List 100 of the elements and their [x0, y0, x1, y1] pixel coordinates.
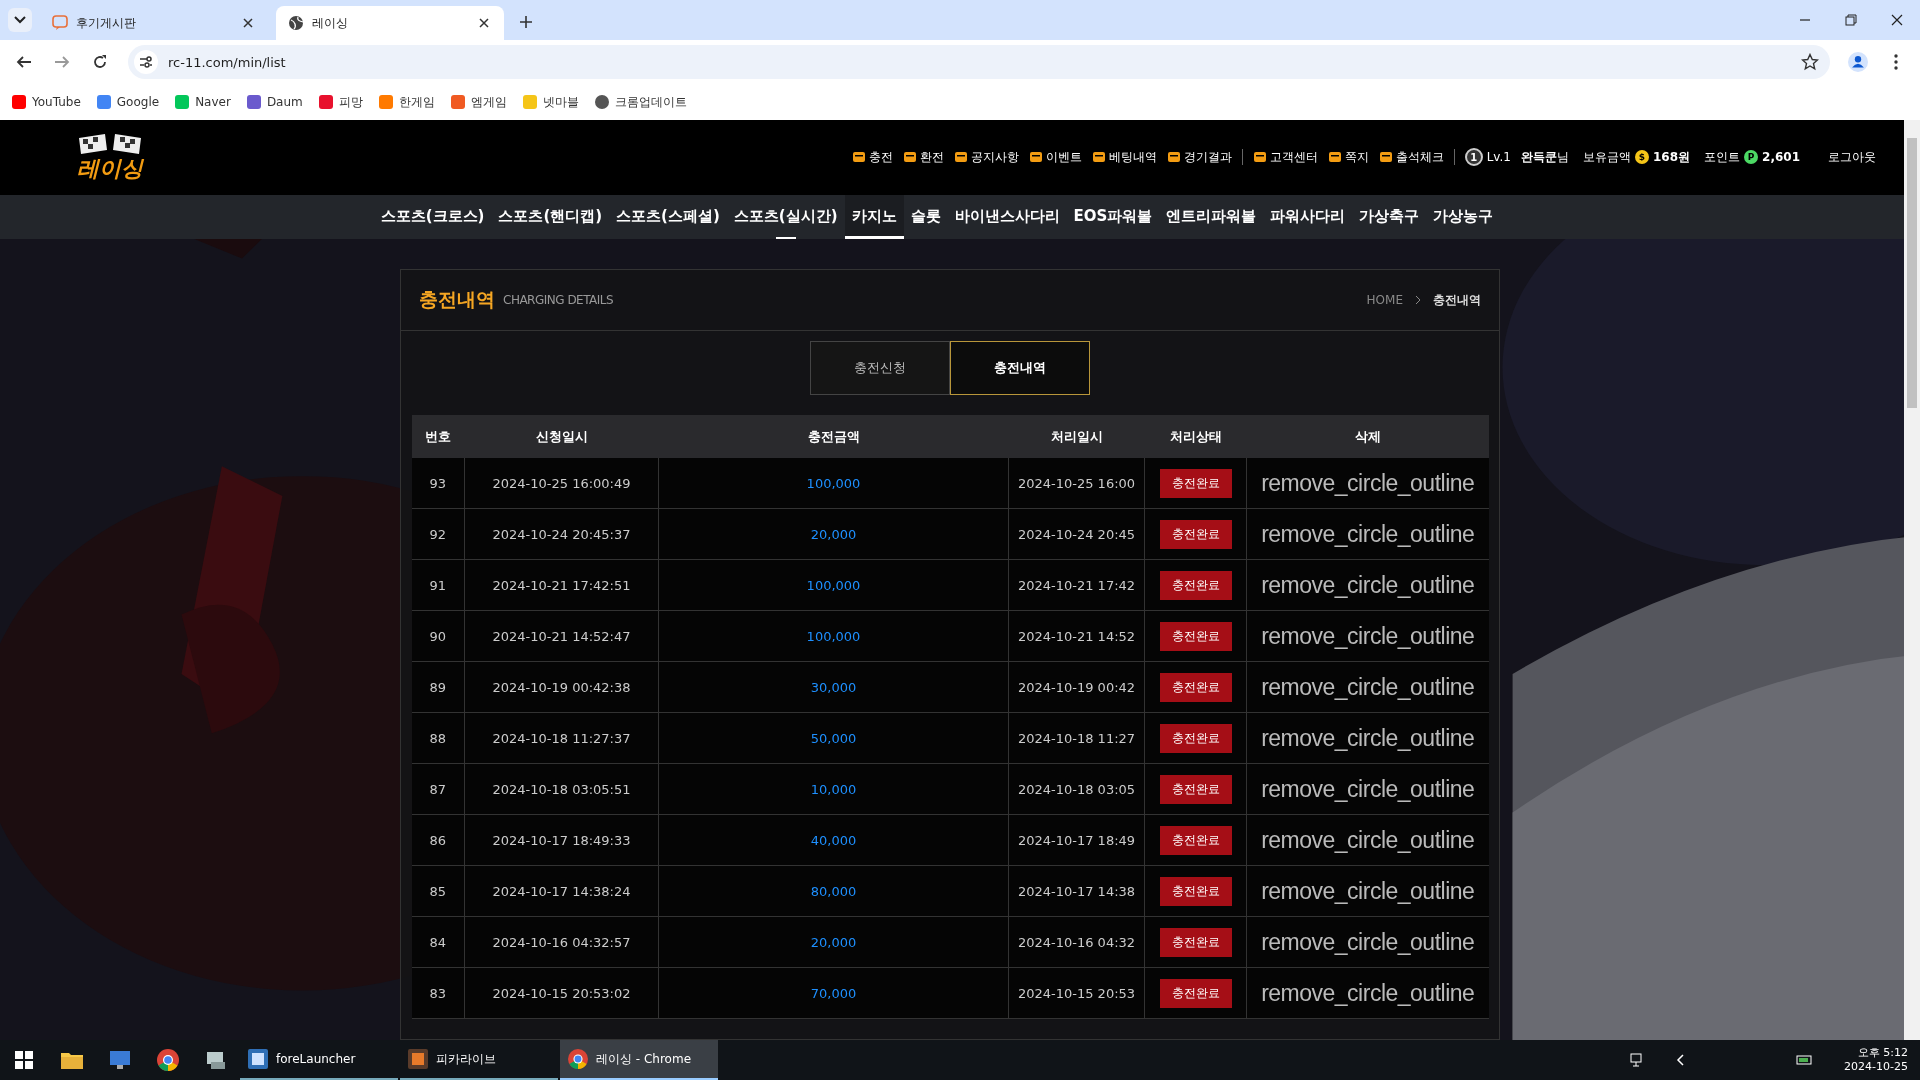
- site-settings-icon[interactable]: [134, 50, 158, 74]
- table-cell: 80,000: [658, 865, 1009, 917]
- table-cell: 100,000: [658, 559, 1009, 611]
- table-cell: 2024-10-15 20:53: [1008, 967, 1145, 1019]
- user-name: 완득쿤님: [1520, 148, 1569, 166]
- top-menu-link[interactable]: 이벤트: [1028, 148, 1082, 166]
- taskbar-app[interactable]: 레이싱 - Chrome: [560, 1040, 718, 1080]
- bookmark-star-icon[interactable]: [1800, 52, 1820, 72]
- points-value: 2,601: [1762, 150, 1800, 165]
- table-cell: 93: [411, 458, 465, 509]
- logout-link[interactable]: 로그아웃: [1828, 148, 1876, 166]
- bookmark-item[interactable]: Daum: [246, 95, 303, 109]
- top-menu-link[interactable]: 공지사항: [953, 148, 1019, 166]
- nav-tab[interactable]: 바이낸스사다리: [947, 194, 1067, 239]
- status-badge: 충전완료: [1159, 621, 1232, 651]
- nav-tab[interactable]: 스포츠(핸디캡): [491, 194, 610, 239]
- table-cell: 2024-10-21 14:52:47: [464, 610, 659, 662]
- top-menu-link[interactable]: 베팅내역: [1091, 148, 1157, 166]
- status-badge: 충전완료: [1159, 927, 1232, 957]
- table-cell: 70,000: [658, 967, 1009, 1019]
- column-header: 처리일시: [1008, 415, 1145, 458]
- table-cell: 2024-10-17 14:38: [1008, 865, 1145, 917]
- level-badge: 1: [1464, 148, 1483, 167]
- top-menu-link[interactable]: 충전: [851, 148, 893, 166]
- table-cell: 100,000: [658, 610, 1009, 662]
- taskbar-app[interactable]: 피카라이브: [400, 1040, 558, 1080]
- nav-tab[interactable]: 스포츠(크로스): [373, 194, 492, 239]
- profile-icon[interactable]: [1848, 52, 1868, 72]
- table-cell: 89: [411, 661, 465, 713]
- bookmark-item[interactable]: 엠게임: [450, 93, 507, 111]
- table-cell: 87: [411, 763, 465, 815]
- address-bar[interactable]: rc-11.com/min/list: [128, 45, 1830, 79]
- bookmark-item[interactable]: YouTube: [12, 95, 81, 109]
- favicon-icon: [246, 95, 261, 109]
- table-cell: 10,000: [658, 763, 1009, 815]
- top-menu-link[interactable]: 경기결과: [1166, 148, 1232, 166]
- bookmark-item[interactable]: 크롬업데이트: [594, 93, 687, 111]
- nav-tab[interactable]: 가상농구: [1426, 194, 1501, 239]
- status-badge: 충전완료: [1159, 519, 1232, 549]
- table-cell: 2024-10-19 00:42:38: [464, 661, 659, 713]
- nav-tab[interactable]: 스포츠(스페셜): [609, 194, 727, 239]
- table-cell: 2024-10-18 03:05: [1008, 763, 1145, 815]
- page-tab[interactable]: 충전내역: [950, 341, 1090, 395]
- top-menu-link[interactable]: 출석체크: [1378, 148, 1444, 166]
- points-label: 포인트: [1704, 148, 1741, 166]
- logo[interactable]: 레이싱: [75, 134, 145, 181]
- bookmark-item[interactable]: Google: [96, 95, 160, 109]
- favicon-icon: [96, 95, 111, 109]
- status-badge: 충전완료: [1159, 468, 1232, 498]
- table-cell: 2024-10-17 14:38:24: [464, 865, 659, 917]
- bookmark-item[interactable]: 넷마블: [522, 93, 579, 111]
- column-header: 번호: [411, 415, 465, 458]
- url-text: rc-11.com/min/list: [168, 54, 287, 70]
- table-cell: 2024-10-21 17:42:51: [464, 559, 659, 611]
- nav-tab[interactable]: 파워사다리: [1263, 194, 1353, 239]
- tab-search-button[interactable]: [8, 8, 32, 32]
- top-menu-link[interactable]: 고객센터: [1252, 148, 1318, 166]
- browser-tab[interactable]: 후기게시판: [40, 6, 268, 40]
- table-cell: 85: [411, 865, 465, 917]
- battery-icon[interactable]: [1796, 1054, 1815, 1066]
- bookmark-item[interactable]: 피망: [318, 93, 363, 111]
- nav-tab[interactable]: 카지노: [844, 194, 904, 239]
- bookmark-item[interactable]: 한게임: [378, 93, 435, 111]
- table-cell: 2024-10-18 03:05:51: [464, 763, 659, 815]
- table-cell: 40,000: [658, 814, 1009, 866]
- browser-tab[interactable]: 레이싱: [276, 6, 504, 40]
- chrome-icon: [568, 1049, 588, 1069]
- nav-tab[interactable]: 엔트리파워볼: [1159, 194, 1264, 239]
- nav-tab[interactable]: 스포츠(실시간): [726, 194, 845, 239]
- scrollbar[interactable]: [1904, 120, 1920, 1040]
- column-header: 삭제: [1246, 415, 1489, 458]
- bookmark-item[interactable]: Naver: [175, 95, 231, 109]
- favicon-icon: [450, 95, 465, 109]
- table-cell: 2024-10-25 16:00:49: [464, 458, 659, 509]
- taskbar-app[interactable]: foreLauncher: [240, 1040, 398, 1080]
- app-icon: [408, 1049, 428, 1069]
- page-tab[interactable]: 충전신청: [810, 341, 950, 395]
- status-badge: 충전완료: [1159, 672, 1232, 702]
- column-header: 충전금액: [658, 415, 1009, 458]
- clock[interactable]: 오후 5:12 2024-10-25: [1844, 1045, 1908, 1075]
- nav-tab[interactable]: EOS파워볼: [1066, 194, 1160, 239]
- table-cell: 2024-10-25 16:00: [1008, 458, 1145, 509]
- chevron-icon[interactable]: [1676, 1054, 1687, 1066]
- coin-badge: $: [1634, 150, 1649, 165]
- column-header: 처리상태: [1144, 415, 1247, 458]
- breadcrumb-link[interactable]: HOME: [1366, 293, 1403, 307]
- favicon-icon: [12, 95, 26, 109]
- table-cell: 92: [411, 508, 465, 560]
- top-menu-link[interactable]: 환전: [902, 148, 944, 166]
- nav-tab[interactable]: 가상축구: [1352, 194, 1427, 239]
- table-cell: 20,000: [658, 916, 1009, 968]
- top-menu-link[interactable]: 쪽지: [1327, 148, 1369, 166]
- card-icon: [851, 150, 866, 165]
- globe-icon: [288, 15, 304, 31]
- status-badge: 충전완료: [1159, 774, 1232, 804]
- nav-tab[interactable]: 슬롯: [903, 194, 948, 239]
- chevron-icon: [1415, 295, 1421, 305]
- favicon-icon: [522, 95, 537, 109]
- table-cell: 86: [411, 814, 465, 866]
- table-cell: 2024-10-16 04:32: [1008, 916, 1145, 968]
